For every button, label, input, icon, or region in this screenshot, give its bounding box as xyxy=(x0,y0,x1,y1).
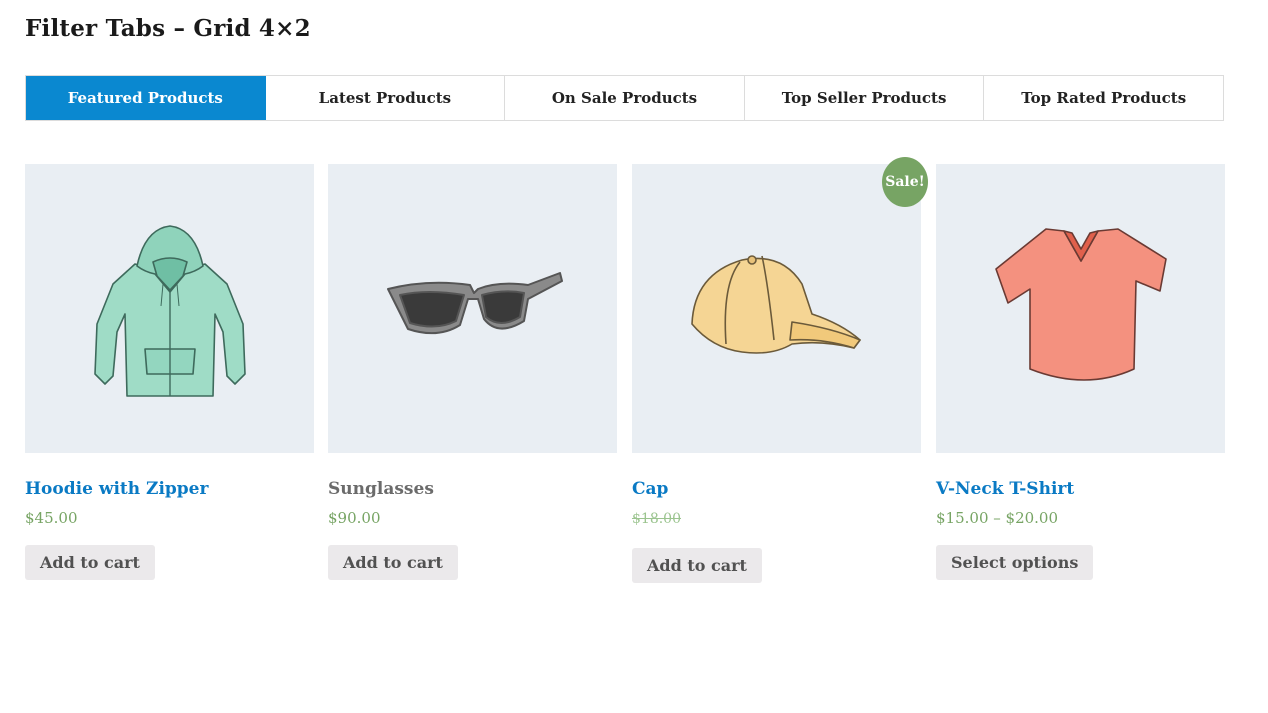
product-price: $45.00 xyxy=(25,509,78,527)
add-to-cart-button[interactable]: Add to cart xyxy=(25,545,155,580)
product-image[interactable] xyxy=(328,164,617,453)
product-price: $15.00 – $20.00 xyxy=(936,509,1059,527)
hoodie-icon xyxy=(93,224,246,397)
product-image[interactable] xyxy=(936,164,1225,453)
add-to-cart-button[interactable]: Add to cart xyxy=(328,545,458,580)
filter-tabs: Featured Products Latest Products On Sal… xyxy=(25,75,1224,121)
tab-featured-products[interactable]: Featured Products xyxy=(26,76,266,120)
product-card: Sunglasses $90.00 Add to cart xyxy=(328,164,617,580)
product-card: Sale! Cap $18.00 Add to cart xyxy=(632,157,928,583)
product-image[interactable]: Sale! xyxy=(632,157,928,453)
tab-top-seller-products[interactable]: Top Seller Products xyxy=(744,76,985,120)
cap-icon xyxy=(690,254,861,354)
regular-price: $18.00 xyxy=(632,511,681,527)
product-name-link[interactable]: V-Neck T-Shirt xyxy=(936,479,1225,499)
product-image[interactable] xyxy=(25,164,314,453)
product-name-link[interactable]: Sunglasses xyxy=(328,479,617,499)
product-price: $18.00 xyxy=(632,509,921,529)
product-name-link[interactable]: Hoodie with Zipper xyxy=(25,479,314,499)
product-card: V-Neck T-Shirt $15.00 – $20.00 Select op… xyxy=(936,164,1225,580)
tshirt-icon xyxy=(994,227,1167,381)
product-name-link[interactable]: Cap xyxy=(632,479,921,499)
select-options-button[interactable]: Select options xyxy=(936,545,1094,580)
tab-top-rated-products[interactable]: Top Rated Products xyxy=(984,76,1223,120)
sunglasses-icon xyxy=(386,271,563,334)
sale-badge: Sale! xyxy=(882,157,928,207)
add-to-cart-button[interactable]: Add to cart xyxy=(632,548,762,583)
product-price: $90.00 xyxy=(328,509,381,527)
tab-latest-products[interactable]: Latest Products xyxy=(265,76,506,120)
tab-on-sale-products[interactable]: On Sale Products xyxy=(505,76,745,120)
product-card: Hoodie with Zipper $45.00 Add to cart xyxy=(25,164,314,580)
page-title: Filter Tabs – Grid 4×2 xyxy=(25,15,311,42)
